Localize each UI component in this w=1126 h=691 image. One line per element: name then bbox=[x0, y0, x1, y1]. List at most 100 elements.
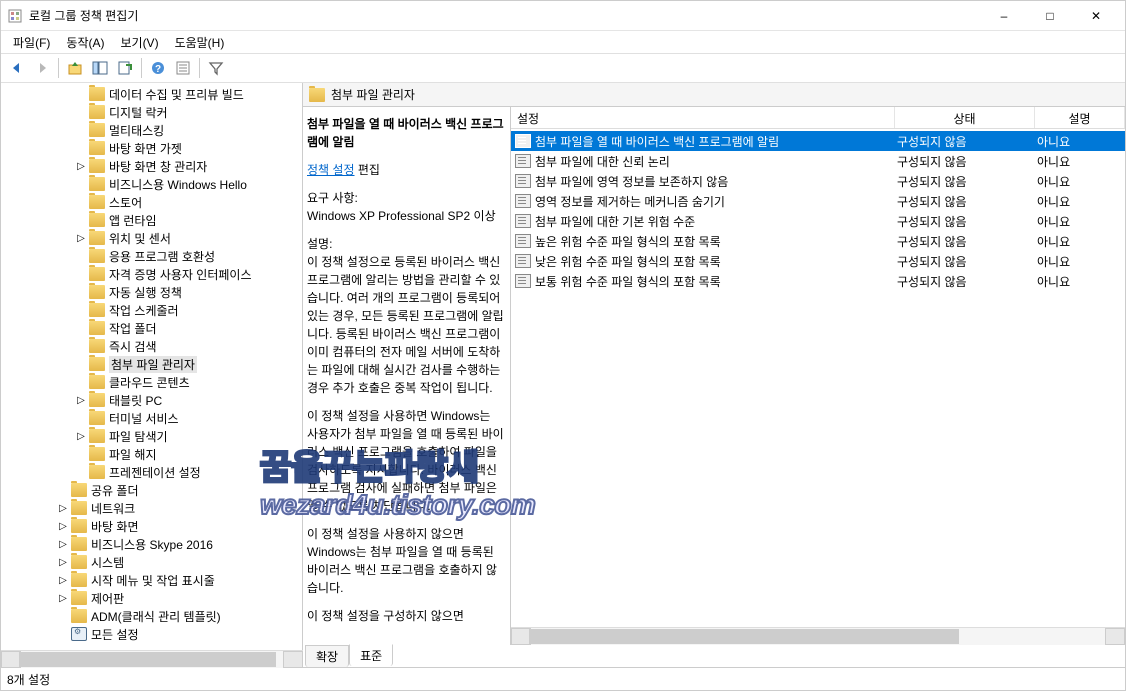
tree-node[interactable]: 자격 증명 사용자 인터페이스 bbox=[1, 265, 302, 283]
tree-node[interactable]: 모든 설정 bbox=[1, 625, 302, 643]
tree-node[interactable]: 자동 실행 정책 bbox=[1, 283, 302, 301]
horizontal-scrollbar[interactable] bbox=[511, 627, 1125, 645]
folder-icon bbox=[89, 447, 105, 461]
folder-icon bbox=[71, 573, 87, 587]
close-button[interactable]: ✕ bbox=[1073, 1, 1119, 31]
expand-icon[interactable]: ▷ bbox=[55, 536, 71, 552]
policy-edit-label: 편집 bbox=[358, 163, 380, 177]
up-button[interactable] bbox=[63, 56, 87, 80]
tree-node[interactable]: 즉시 검색 bbox=[1, 337, 302, 355]
menu-view[interactable]: 보기(V) bbox=[112, 32, 166, 53]
tree-node[interactable]: ▷위치 및 센서 bbox=[1, 229, 302, 247]
folder-icon bbox=[71, 609, 87, 623]
tree-node[interactable]: 터미널 서비스 bbox=[1, 409, 302, 427]
expand-icon[interactable]: ▷ bbox=[55, 554, 71, 570]
tab-standard[interactable]: 표준 bbox=[349, 644, 393, 666]
list-row[interactable]: 낮은 위험 수준 파일 형식의 포함 목록구성되지 않음아니요 bbox=[511, 251, 1125, 271]
column-comment[interactable]: 설명 bbox=[1035, 107, 1125, 128]
tree-node[interactable]: ▷비즈니스용 Skype 2016 bbox=[1, 535, 302, 553]
tree-node[interactable]: 파일 해지 bbox=[1, 445, 302, 463]
tree-node[interactable]: 응용 프로그램 호환성 bbox=[1, 247, 302, 265]
setting-state: 구성되지 않음 bbox=[891, 273, 1031, 290]
expand-icon[interactable]: ▷ bbox=[55, 590, 71, 606]
tree-node[interactable]: 멀티태스킹 bbox=[1, 121, 302, 139]
list-row[interactable]: 첨부 파일에 대한 신뢰 논리구성되지 않음아니요 bbox=[511, 151, 1125, 171]
toolbar: ? bbox=[1, 53, 1125, 83]
setting-name: 낮은 위험 수준 파일 형식의 포함 목록 bbox=[535, 253, 891, 270]
minimize-button[interactable]: – bbox=[981, 1, 1027, 31]
expand-icon[interactable]: ▷ bbox=[55, 500, 71, 516]
menu-action[interactable]: 동작(A) bbox=[58, 32, 112, 53]
tree-node[interactable]: ▷네트워크 bbox=[1, 499, 302, 517]
tree-node[interactable]: ▷시작 메뉴 및 작업 표시줄 bbox=[1, 571, 302, 589]
tree-node[interactable]: 작업 폴더 bbox=[1, 319, 302, 337]
tree-node[interactable]: 프레젠테이션 설정 bbox=[1, 463, 302, 481]
tree-node-label: 공유 폴더 bbox=[91, 482, 139, 499]
export-list-button[interactable] bbox=[113, 56, 137, 80]
requirements-label: 요구 사항: bbox=[307, 191, 358, 205]
filter-button[interactable] bbox=[204, 56, 228, 80]
tree-node-label: 시스템 bbox=[91, 554, 124, 571]
expand-icon[interactable]: ▷ bbox=[55, 572, 71, 588]
folder-icon bbox=[89, 141, 105, 155]
settings-icon bbox=[71, 627, 87, 641]
tree-node[interactable]: 디지털 락커 bbox=[1, 103, 302, 121]
folder-icon bbox=[71, 501, 87, 515]
settings-list[interactable]: 첨부 파일을 열 때 바이러스 백신 프로그램에 알림구성되지 않음아니요첨부 … bbox=[511, 129, 1125, 627]
description-body-3: 이 정책 설정을 사용하지 않으면 Windows는 첨부 파일을 열 때 등록… bbox=[307, 525, 504, 597]
tree-node-label: 바탕 화면 bbox=[91, 518, 139, 535]
expand-icon[interactable]: ▷ bbox=[73, 158, 89, 174]
column-setting[interactable]: 설정 bbox=[511, 107, 895, 128]
tree-node[interactable]: ▷파일 탐색기 bbox=[1, 427, 302, 445]
column-state[interactable]: 상태 bbox=[895, 107, 1035, 128]
tree-horizontal-scrollbar[interactable] bbox=[1, 650, 303, 668]
tree-node[interactable]: ▷ 제어판 bbox=[1, 589, 302, 607]
help-button[interactable]: ? bbox=[146, 56, 170, 80]
setting-comment: 아니요 bbox=[1031, 273, 1121, 290]
menu-file[interactable]: 파일(F) bbox=[5, 32, 58, 53]
folder-icon bbox=[89, 87, 105, 101]
back-button[interactable] bbox=[5, 56, 29, 80]
policy-settings-link[interactable]: 정책 설정 bbox=[307, 163, 355, 177]
tree-node[interactable]: ▷ 시스템 bbox=[1, 553, 302, 571]
expand-icon[interactable]: ▷ bbox=[73, 230, 89, 246]
list-row[interactable]: 보통 위험 수준 파일 형식의 포함 목록구성되지 않음아니요 bbox=[511, 271, 1125, 291]
tree-node-label: 터미널 서비스 bbox=[109, 410, 179, 427]
tree-node-label: 모든 설정 bbox=[91, 626, 139, 643]
tree-node[interactable]: 작업 스케줄러 bbox=[1, 301, 302, 319]
maximize-button[interactable]: □ bbox=[1027, 1, 1073, 31]
forward-button[interactable] bbox=[30, 56, 54, 80]
tree-node[interactable]: 바탕 화면 가젯 bbox=[1, 139, 302, 157]
tab-extended[interactable]: 확장 bbox=[305, 645, 349, 667]
expand-icon[interactable]: ▷ bbox=[55, 518, 71, 534]
tree-node[interactable]: 첨부 파일 관리자 bbox=[1, 355, 302, 373]
tree-node[interactable]: 스토어 bbox=[1, 193, 302, 211]
tree-node-label: 제어판 bbox=[91, 590, 124, 607]
tree-node[interactable]: 앱 런타임 bbox=[1, 211, 302, 229]
expand-icon[interactable]: ▷ bbox=[73, 392, 89, 408]
tree-node-label: 클라우드 콘텐츠 bbox=[109, 374, 190, 391]
tree-node[interactable]: ▷바탕 화면 창 관리자 bbox=[1, 157, 302, 175]
tree-node[interactable]: ▷태블릿 PC bbox=[1, 391, 302, 409]
tree-pane[interactable]: 데이터 수집 및 프리뷰 빌드디지털 락커멀티태스킹바탕 화면 가젯▷바탕 화면… bbox=[1, 83, 303, 667]
tree-node[interactable]: 비즈니스용 Windows Hello bbox=[1, 175, 302, 193]
tree-node-label: 작업 스케줄러 bbox=[109, 302, 179, 319]
list-row[interactable]: 첨부 파일에 대한 기본 위험 수준구성되지 않음아니요 bbox=[511, 211, 1125, 231]
folder-icon bbox=[89, 231, 105, 245]
tree-node[interactable]: 클라우드 콘텐츠 bbox=[1, 373, 302, 391]
list-header: 설정 상태 설명 bbox=[511, 107, 1125, 129]
tree-node[interactable]: 공유 폴더 bbox=[1, 481, 302, 499]
tree-node[interactable]: ADM(클래식 관리 템플릿) bbox=[1, 607, 302, 625]
properties-button[interactable] bbox=[171, 56, 195, 80]
folder-icon bbox=[89, 411, 105, 425]
list-row[interactable]: 첨부 파일을 열 때 바이러스 백신 프로그램에 알림구성되지 않음아니요 bbox=[511, 131, 1125, 151]
list-row[interactable]: 높은 위험 수준 파일 형식의 포함 목록구성되지 않음아니요 bbox=[511, 231, 1125, 251]
list-row[interactable]: 영역 정보를 제거하는 메커니즘 숨기기구성되지 않음아니요 bbox=[511, 191, 1125, 211]
menu-help[interactable]: 도움말(H) bbox=[167, 32, 233, 53]
list-row[interactable]: 첨부 파일에 영역 정보를 보존하지 않음구성되지 않음아니요 bbox=[511, 171, 1125, 191]
expand-icon[interactable]: ▷ bbox=[73, 428, 89, 444]
tree-node[interactable]: 데이터 수집 및 프리뷰 빌드 bbox=[1, 85, 302, 103]
description-title: 첨부 파일을 열 때 바이러스 백신 프로그램에 알림 bbox=[307, 115, 504, 151]
tree-node[interactable]: ▷ 바탕 화면 bbox=[1, 517, 302, 535]
show-hide-tree-button[interactable] bbox=[88, 56, 112, 80]
